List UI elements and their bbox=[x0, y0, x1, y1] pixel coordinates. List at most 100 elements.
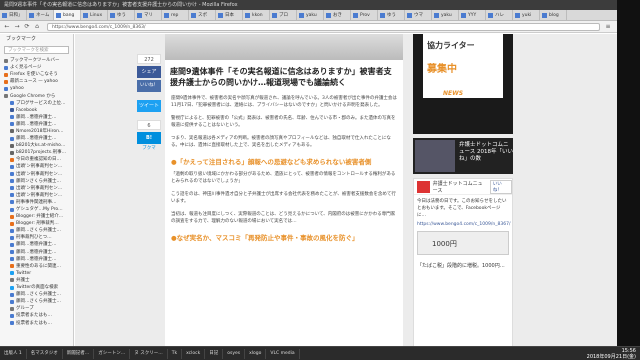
tab[interactable]: yaku bbox=[297, 10, 324, 20]
bookmark-item[interactable]: 投票者またはも… bbox=[0, 319, 73, 326]
bookmark-item[interactable]: yahoo bbox=[0, 85, 73, 92]
tab[interactable]: 日本 bbox=[216, 10, 243, 20]
bookmark-item[interactable]: 藤岡…悪徳弁護士… bbox=[0, 121, 73, 128]
tab[interactable]: おき bbox=[324, 10, 351, 20]
tab-label: スポ bbox=[198, 13, 207, 18]
taskbar-item[interactable]: ヌ スクリー… bbox=[130, 348, 168, 359]
bookmark-item[interactable]: Facebook bbox=[0, 107, 73, 114]
article-paragraph: 当初は、報道も注目度にしつく、実際報道のことは、どう見えるかについて、内閣府のは… bbox=[171, 212, 396, 224]
bookmark-item[interactable]: 藤岡…悪徳弁護士… bbox=[0, 256, 73, 263]
tab-label: ネーム bbox=[36, 13, 50, 18]
bookmark-item[interactable]: Twitter bbox=[0, 270, 73, 277]
bookmark-item[interactable]: 最新ニュース — yahoo bbox=[0, 78, 73, 85]
facebook-like-button[interactable]: いいね！ bbox=[137, 80, 161, 92]
bookmark-icon bbox=[10, 214, 14, 219]
favicon-icon bbox=[137, 12, 142, 18]
bookmark-item[interactable]: 藤岡…さくら弁護士… bbox=[0, 291, 73, 298]
fb-post-link[interactable]: https://www.bengo4.com/c_1009/n_8367/ bbox=[414, 222, 512, 227]
taskbar-item[interactable]: xclock bbox=[182, 348, 206, 359]
tab[interactable]: Linux bbox=[81, 10, 108, 20]
bookmark-item[interactable]: 刑事裁判ひとつ… bbox=[0, 234, 73, 241]
bookmark-item[interactable]: 今日の重複認知の日… bbox=[0, 156, 73, 163]
bookmark-item[interactable]: Firefox を使いこなそう bbox=[0, 71, 73, 78]
tab[interactable]: YYY bbox=[459, 10, 486, 20]
bookmark-item[interactable]: 藤岡…悪徳弁護士… bbox=[0, 241, 73, 248]
taskbar-item[interactable]: VLC media bbox=[266, 348, 300, 359]
tab[interactable]: yuki bbox=[513, 10, 540, 20]
bookmark-item[interactable]: 出頭'ン刑事裁判セン… bbox=[0, 171, 73, 178]
bookmark-item[interactable]: Blogger: 弁護士紹介… bbox=[0, 213, 73, 220]
tab[interactable]: ブロ bbox=[270, 10, 297, 20]
bookmark-item[interactable]: 投票者またはも… bbox=[0, 312, 73, 319]
bookmark-item[interactable]: 出頭'ン刑事裁判セン… bbox=[0, 163, 73, 170]
tab[interactable]: スポ bbox=[189, 10, 216, 20]
bookmark-item[interactable]: グループ bbox=[0, 305, 73, 312]
tab[interactable]: ゆう bbox=[378, 10, 405, 20]
tab[interactable]: マリ bbox=[135, 10, 162, 20]
bookmark-item[interactable]: 藤岡…さくら弁護士… bbox=[0, 227, 73, 234]
banner-ad[interactable]: 弁護士ドットコムニュース 2018年「いいね」の数 bbox=[413, 138, 513, 174]
facebook-share-button[interactable]: シェア bbox=[137, 66, 161, 78]
taskbar-item[interactable]: Tk bbox=[168, 348, 183, 359]
taskbar-item[interactable]: ガシートン… bbox=[94, 348, 131, 359]
fb-post-image[interactable]: 1000円 bbox=[417, 231, 509, 255]
fb-page-name[interactable]: 弁護士ドットコムニュース bbox=[433, 180, 487, 194]
taskbar-item[interactable]: 新聞記者… bbox=[63, 348, 95, 359]
bookmark-label: Nmore2018年Hiron… bbox=[16, 128, 64, 134]
taskbar-item[interactable]: 出版人 1 bbox=[0, 348, 27, 359]
bookmark-item[interactable]: 弁護士 bbox=[0, 277, 73, 284]
taskbar-item[interactable]: 名マスタジオ bbox=[27, 348, 63, 359]
hatena-button[interactable]: B! bbox=[137, 132, 161, 144]
bookmark-item[interactable]: b82017projects.刑事… bbox=[0, 149, 73, 156]
tab[interactable]: blog bbox=[540, 10, 567, 20]
bookmark-item[interactable]: 藤岡ンさくら弁護士… bbox=[0, 178, 73, 185]
writer-recruit-ad[interactable]: 協力ライター 募集中 NEWS bbox=[413, 34, 513, 134]
bookmark-item[interactable]: 重要性のあるに関連… bbox=[0, 263, 73, 270]
hero-image bbox=[165, 34, 403, 60]
tab[interactable]: Prov bbox=[351, 10, 378, 20]
bookmark-item[interactable]: 刑事事件関連刑事… bbox=[0, 199, 73, 206]
bookmark-label: 藤岡…悪徳弁護士… bbox=[16, 249, 57, 255]
bookmark-item[interactable]: 出頭'ン刑事裁判セン… bbox=[0, 185, 73, 192]
clock-date: 2018年09月21日(金) bbox=[586, 353, 636, 360]
taskbar-item[interactable]: xlogo bbox=[245, 348, 267, 359]
forward-button[interactable]: → bbox=[13, 23, 21, 31]
tab[interactable]: yaku bbox=[432, 10, 459, 20]
tab[interactable]: kkon bbox=[243, 10, 270, 20]
tab[interactable]: ゆう bbox=[108, 10, 135, 20]
favicon-icon bbox=[2, 12, 7, 18]
menu-button[interactable]: ≡ bbox=[604, 23, 612, 31]
bookmark-item[interactable]: よく見るページ bbox=[0, 64, 73, 71]
taskbar-item[interactable]: 日記 bbox=[205, 348, 224, 359]
bookmark-item[interactable]: Twitterの真面な検索 bbox=[0, 284, 73, 291]
bookmark-item[interactable]: b8201大ks.at-misho… bbox=[0, 142, 73, 149]
tab[interactable]: 日和」 bbox=[0, 10, 27, 20]
home-button[interactable]: ⌂ bbox=[33, 23, 41, 31]
url-bar[interactable]: https://www.bengo4.com/c_1009/n_8363/ bbox=[47, 22, 600, 31]
tweet-button[interactable]: ツイート bbox=[137, 100, 161, 112]
bookmark-label: 出頭'ン刑事裁判セン… bbox=[16, 171, 63, 177]
bookmark-item[interactable]: 藤岡…さくら弁護士… bbox=[0, 298, 73, 305]
bookmark-item[interactable]: ブログサービスの上位… bbox=[0, 100, 73, 107]
bookmark-item[interactable]: 藤岡…悪徳弁護士… bbox=[0, 249, 73, 256]
bookmark-item[interactable]: 出頭'ン刑事裁判セン… bbox=[0, 192, 73, 199]
bookmark-item[interactable]: ゲシュタゲ…My Pro… bbox=[0, 206, 73, 213]
bookmark-search-input[interactable]: ブックマークを検索 bbox=[4, 46, 69, 54]
reload-button[interactable]: ⟳ bbox=[23, 23, 31, 31]
fb-like-button[interactable]: いいね！ bbox=[489, 179, 512, 194]
bookmark-item[interactable]: 藤岡…悪徳弁護士… bbox=[0, 135, 73, 142]
tab[interactable]: ウマ bbox=[405, 10, 432, 20]
tab[interactable]: bang bbox=[54, 10, 81, 20]
back-button[interactable]: ← bbox=[3, 23, 11, 31]
bookmark-icon bbox=[10, 122, 14, 127]
tab[interactable]: ネーム bbox=[27, 10, 54, 20]
taskbar-item[interactable]: osyes bbox=[223, 348, 246, 359]
bookmark-icon bbox=[10, 235, 14, 240]
tab[interactable]: ハレ bbox=[486, 10, 513, 20]
bookmark-item[interactable]: 藤岡…悪徳弁護士… bbox=[0, 114, 73, 121]
bookmark-item[interactable]: ブックマークツールバー bbox=[0, 57, 73, 64]
bookmark-item[interactable]: Google Chrome から bbox=[0, 92, 73, 99]
bookmark-item[interactable]: Blogger: 刑事裁判… bbox=[0, 220, 73, 227]
tab[interactable]: rep bbox=[162, 10, 189, 20]
bookmark-item[interactable]: Nmore2018年Hiron… bbox=[0, 128, 73, 135]
